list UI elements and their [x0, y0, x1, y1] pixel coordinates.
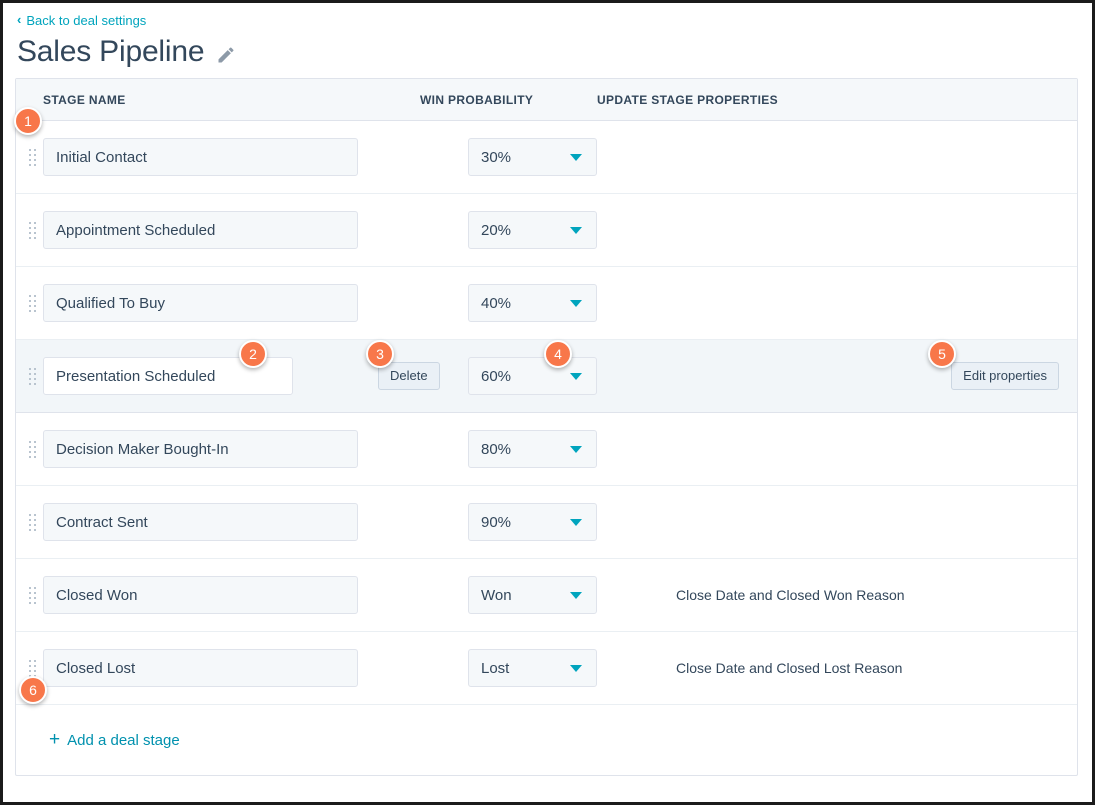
- add-a-deal-stage-link[interactable]: + Add a deal stage: [49, 728, 180, 750]
- table-header-row: STAGE NAME WIN PROBABILITY UPDATE STAGE …: [16, 79, 1077, 121]
- table-body: 30% 20% 40% Delete 60% Edit properties 80% 90% W…: [16, 121, 1077, 705]
- stage-name-cell: [43, 138, 378, 176]
- stage-name-input[interactable]: [43, 211, 358, 249]
- chevron-down-icon: [570, 154, 582, 161]
- delete-stage-button[interactable]: Delete: [378, 362, 440, 390]
- win-probability-cell: 30%: [468, 138, 645, 176]
- win-probability-value: 80%: [481, 440, 512, 458]
- win-probability-dropdown[interactable]: Won: [468, 576, 597, 614]
- stage-name-input[interactable]: [43, 649, 358, 687]
- win-probability-cell: 80%: [468, 430, 645, 468]
- win-probability-cell: 20%: [468, 211, 645, 249]
- stage-name-input[interactable]: [43, 430, 358, 468]
- win-probability-cell: Lost: [468, 649, 645, 687]
- page-title: Sales Pipeline: [17, 35, 205, 68]
- update-stage-properties-cell: Close Date and Closed Lost Reason: [645, 660, 1077, 676]
- win-probability-dropdown[interactable]: 80%: [468, 430, 597, 468]
- win-probability-dropdown[interactable]: 90%: [468, 503, 597, 541]
- stage-name-cell: [43, 430, 378, 468]
- stage-name-input[interactable]: [43, 138, 358, 176]
- chevron-down-icon: [570, 665, 582, 672]
- stage-name-cell: [43, 503, 378, 541]
- page-title-row: Sales Pipeline: [17, 34, 236, 70]
- edit-properties-button[interactable]: Edit properties: [951, 362, 1059, 390]
- add-a-deal-stage-label: Add a deal stage: [67, 731, 180, 749]
- callout-badge-3: 3: [366, 340, 394, 368]
- back-to-deal-settings-link[interactable]: ‹ Back to deal settings: [17, 13, 146, 28]
- table-row: 20%: [16, 194, 1077, 267]
- win-probability-value: 20%: [481, 221, 512, 239]
- drag-handle-icon[interactable]: [16, 659, 43, 677]
- drag-handle-icon[interactable]: [16, 513, 43, 531]
- pencil-icon[interactable]: [216, 42, 236, 63]
- stage-name-input[interactable]: [43, 576, 358, 614]
- win-probability-value: Won: [481, 586, 512, 604]
- drag-handle-icon[interactable]: [16, 148, 43, 166]
- chevron-down-icon: [570, 227, 582, 234]
- win-probability-dropdown[interactable]: 40%: [468, 284, 597, 322]
- column-header-update-stage-properties: UPDATE STAGE PROPERTIES: [597, 92, 778, 107]
- table-row: 90%: [16, 486, 1077, 559]
- callout-badge-6: 6: [19, 676, 47, 704]
- chevron-left-icon: ‹: [17, 12, 22, 27]
- update-stage-properties-cell: Edit properties: [645, 362, 1077, 390]
- update-stage-properties-cell: Close Date and Closed Won Reason: [645, 587, 1077, 603]
- callout-badge-5: 5: [928, 340, 956, 368]
- table-row: 30%: [16, 121, 1077, 194]
- drag-handle-icon[interactable]: [16, 294, 43, 312]
- chevron-down-icon: [570, 446, 582, 453]
- deal-stages-table: STAGE NAME WIN PROBABILITY UPDATE STAGE …: [15, 78, 1078, 776]
- win-probability-dropdown[interactable]: 20%: [468, 211, 597, 249]
- win-probability-value: Lost: [481, 659, 510, 677]
- stage-name-cell: [43, 576, 378, 614]
- win-probability-cell: 40%: [468, 284, 645, 322]
- plus-icon: +: [49, 728, 61, 750]
- table-row: 40%: [16, 267, 1077, 340]
- win-probability-dropdown[interactable]: 60%: [468, 357, 597, 395]
- win-probability-value: 40%: [481, 294, 512, 312]
- delete-button-cell: Delete: [378, 362, 468, 390]
- table-row: 80%: [16, 413, 1077, 486]
- drag-handle-icon[interactable]: [16, 586, 43, 604]
- win-probability-value: 90%: [481, 513, 512, 531]
- back-to-deal-settings-label: Back to deal settings: [26, 13, 147, 28]
- callout-badge-4: 4: [544, 340, 572, 368]
- drag-handle-icon[interactable]: [16, 221, 43, 239]
- win-probability-dropdown[interactable]: Lost: [468, 649, 597, 687]
- win-probability-dropdown[interactable]: 30%: [468, 138, 597, 176]
- chevron-down-icon: [570, 519, 582, 526]
- column-header-win-probability: WIN PROBABILITY: [420, 92, 534, 107]
- drag-handle-icon[interactable]: [16, 440, 43, 458]
- column-header-stage-name: STAGE NAME: [43, 92, 126, 107]
- stage-name-input[interactable]: [43, 503, 358, 541]
- win-probability-cell: 90%: [468, 503, 645, 541]
- stage-name-cell: [43, 357, 378, 395]
- stage-name-input[interactable]: [43, 284, 358, 322]
- callout-badge-2: 2: [239, 340, 267, 368]
- chevron-down-icon: [570, 592, 582, 599]
- callout-badge-1: 1: [14, 107, 42, 135]
- table-row: Lost Close Date and Closed Lost Reason: [16, 632, 1077, 705]
- win-probability-cell: Won: [468, 576, 645, 614]
- chevron-down-icon: [570, 300, 582, 307]
- drag-handle-icon[interactable]: [16, 367, 43, 385]
- table-row: Won Close Date and Closed Won Reason: [16, 559, 1077, 632]
- win-probability-value: 30%: [481, 148, 512, 166]
- stage-name-cell: [43, 649, 378, 687]
- win-probability-value: 60%: [481, 367, 512, 385]
- stage-properties-text: Close Date and Closed Lost Reason: [676, 660, 903, 676]
- hubspot-pipeline-settings-page: ‹ Back to deal settings Sales Pipeline S…: [0, 0, 1095, 805]
- stage-name-cell: [43, 211, 378, 249]
- stage-properties-text: Close Date and Closed Won Reason: [676, 587, 905, 603]
- add-deal-stage-row: + Add a deal stage: [16, 705, 1077, 775]
- chevron-down-icon: [570, 373, 582, 380]
- stage-name-cell: [43, 284, 378, 322]
